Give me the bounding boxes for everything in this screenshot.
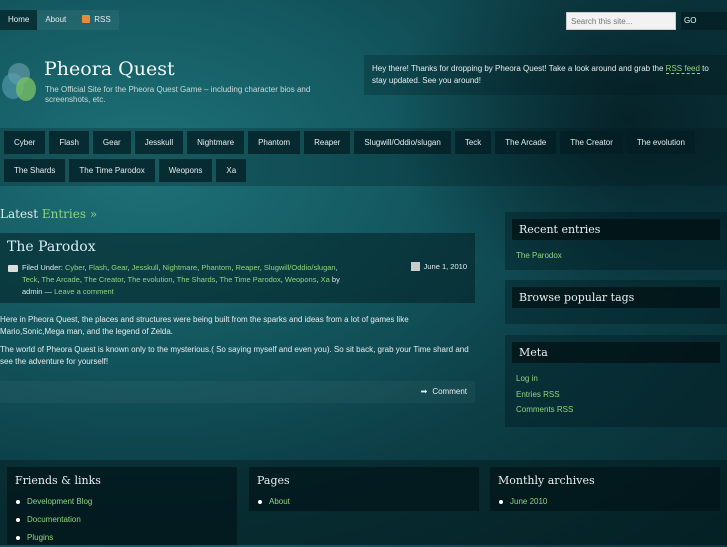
post-category-link[interactable]: Slugwill/Oddio/slugan: [264, 263, 336, 272]
login-link[interactable]: Log in: [516, 374, 538, 383]
meta-widget: Meta Log in Entries RSS Comments RSS: [505, 335, 727, 427]
category-tab[interactable]: Jesskull: [134, 131, 184, 154]
leave-comment-link[interactable]: Leave a comment: [54, 287, 114, 296]
recent-entries-widget: Recent entries The Parodox: [505, 212, 727, 270]
about-page-link[interactable]: About: [269, 497, 290, 506]
nav-home[interactable]: Home: [0, 10, 38, 30]
post-header: The Parodox Filed Under: Cyber, Flash, G…: [0, 233, 475, 303]
post-category-link[interactable]: The Shards: [177, 275, 216, 284]
arrow-right-icon: ➡: [420, 387, 428, 396]
post-category-link[interactable]: Weopons: [285, 275, 317, 284]
post-date: June 1, 2010: [410, 262, 467, 271]
development-blog-link[interactable]: Development Blog: [27, 497, 92, 506]
post-title[interactable]: The Parodox: [7, 239, 468, 255]
post-category-link[interactable]: Teck: [22, 275, 37, 284]
archive-link[interactable]: June 2010: [510, 497, 547, 506]
pages-widget: Pages About: [249, 467, 479, 511]
search-go-button[interactable]: GO: [681, 12, 727, 30]
category-tab[interactable]: The Time Parodox: [69, 159, 155, 182]
tags-widget: Browse popular tags: [505, 280, 727, 324]
archives-widget: Monthly archives June 2010: [490, 467, 720, 511]
calendar-icon: [410, 262, 420, 271]
nav-rss-label: RSS: [94, 15, 111, 24]
welcome-message: Hey there! Thanks for dropping by Pheora…: [364, 55, 727, 95]
category-tab[interactable]: Nightmare: [187, 131, 245, 154]
post-category-link[interactable]: Phantom: [201, 263, 231, 272]
post-category-link[interactable]: The Arcade: [41, 275, 79, 284]
post-category-link[interactable]: Xa: [321, 275, 330, 284]
post-category-link[interactable]: Flash: [89, 263, 107, 272]
category-tab[interactable]: Slugwill/Oddio/slugan: [354, 131, 451, 154]
latest-label: Latest: [0, 207, 39, 221]
category-tab[interactable]: Cyber: [4, 131, 46, 154]
category-tab[interactable]: Gear: [92, 131, 131, 154]
post-category-link[interactable]: Nightmare: [163, 263, 198, 272]
post-category-link[interactable]: The Time Parodox: [219, 275, 280, 284]
post-author: admin: [22, 287, 43, 296]
post-paragraph: The world of Pheora Quest is known only …: [0, 345, 469, 366]
widget-title: Friends & links: [15, 474, 101, 487]
post-category-link[interactable]: Cyber: [65, 263, 85, 272]
comment-button[interactable]: Comment: [432, 387, 467, 396]
category-nav: Cyber Flash Gear Jesskull Nightmare Phantom Re…: [0, 128, 727, 186]
category-tab[interactable]: The Arcade: [495, 131, 557, 154]
search-input[interactable]: [566, 12, 676, 30]
rss-icon: [82, 15, 91, 23]
category-tab[interactable]: The Shards: [4, 159, 66, 182]
comment-bar: ➡ Comment: [0, 381, 475, 403]
post-meta: Filed Under: Cyber, Flash, Gear, Jesskul…: [22, 263, 340, 296]
friends-links-widget: Friends & links Development Blog Documen…: [7, 467, 237, 545]
widget-title: Recent entries: [512, 219, 720, 240]
top-nav: Home About RSS: [0, 10, 119, 30]
category-tab[interactable]: Weopons: [158, 159, 213, 182]
widget-title: Browse popular tags: [512, 287, 720, 308]
recent-entry-link[interactable]: The Parodox: [516, 251, 562, 260]
entries-rss-link[interactable]: Entries RSS: [516, 390, 560, 399]
post-date-text: June 1, 2010: [423, 262, 467, 271]
latest-entries-heading: Latest Entries »: [0, 207, 97, 221]
post-category-link[interactable]: Reaper: [236, 263, 260, 272]
comments-rss-link[interactable]: Comments RSS: [516, 405, 573, 414]
nav-rss[interactable]: RSS: [74, 10, 119, 30]
category-tab[interactable]: The evolution: [626, 131, 695, 154]
filed-under-label: Filed Under:: [22, 263, 63, 272]
welcome-text: Hey there! Thanks for dropping by Pheora…: [372, 64, 666, 73]
post-category-link[interactable]: The evolution: [128, 275, 173, 284]
widget-title: Pages: [257, 474, 290, 487]
documentation-link[interactable]: Documentation: [27, 515, 81, 524]
post-category-link[interactable]: Jesskull: [132, 263, 159, 272]
rss-feed-link[interactable]: RSS feed: [665, 64, 700, 74]
category-tab[interactable]: The Creator: [560, 131, 623, 154]
category-tab[interactable]: Xa: [216, 159, 247, 182]
dash: —: [44, 287, 53, 296]
post-paragraph: Here in Pheora Quest, the places and str…: [0, 315, 409, 336]
folder-icon: [8, 265, 18, 272]
plugins-link[interactable]: Plugins: [27, 533, 53, 542]
category-tab[interactable]: Teck: [454, 131, 492, 154]
widget-title: Meta: [512, 342, 720, 363]
category-tab[interactable]: Phantom: [248, 131, 301, 154]
by-label: by: [331, 275, 340, 284]
site-title[interactable]: Pheora Quest: [44, 58, 175, 80]
post-category-link[interactable]: Gear: [111, 263, 127, 272]
category-tab[interactable]: Reaper: [304, 131, 351, 154]
site-logo: [2, 63, 38, 101]
category-tab[interactable]: Flash: [49, 131, 89, 154]
post-body: Here in Pheora Quest, the places and str…: [0, 314, 475, 374]
post-category-link[interactable]: The Creator: [84, 275, 124, 284]
nav-about[interactable]: About: [37, 10, 75, 30]
entries-link[interactable]: Entries »: [42, 207, 97, 221]
site-tagline: The Official Site for the Pheora Quest G…: [45, 85, 311, 104]
widget-title: Monthly archives: [498, 474, 595, 487]
